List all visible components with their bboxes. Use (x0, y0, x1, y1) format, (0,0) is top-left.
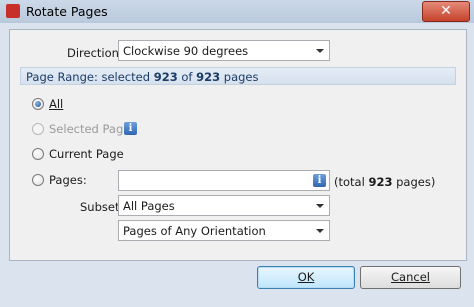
orientation-value: Pages of Any Orientation (123, 224, 266, 238)
window-title: Rotate Pages (26, 4, 108, 19)
ok-button[interactable]: OK (257, 266, 355, 289)
cancel-button[interactable]: Cancel (360, 266, 461, 289)
direction-label: Direction: (67, 46, 123, 60)
chevron-down-icon (316, 49, 324, 53)
page-range-middle: of (177, 70, 197, 84)
chevron-down-icon (316, 204, 324, 208)
pages-info-icon[interactable]: i (313, 174, 326, 187)
subset-dropdown[interactable]: All Pages (118, 195, 330, 216)
radio-all[interactable] (32, 98, 44, 110)
selected-count: 923 (153, 70, 178, 84)
radio-pages-label[interactable]: Pages: (49, 173, 87, 187)
radio-current-page[interactable] (32, 148, 44, 160)
info-icon[interactable]: i (124, 122, 137, 135)
close-button[interactable]: ✕ (422, 1, 470, 22)
page-range-prefix: Page Range: selected (26, 70, 154, 84)
radio-current-page-label[interactable]: Current Page (49, 147, 124, 161)
direction-value: Clockwise 90 degrees (123, 44, 249, 58)
app-icon (6, 4, 20, 18)
radio-all-label[interactable]: All (49, 97, 63, 111)
page-range-header: Page Range: selected 923 of 923 pages (20, 67, 456, 85)
pages-total-text: (total 923 pages) (334, 175, 436, 189)
orientation-dropdown[interactable]: Pages of Any Orientation (118, 220, 330, 241)
subset-label: Subset: (80, 200, 124, 214)
total-count: 923 (196, 70, 221, 84)
radio-pages[interactable] (32, 174, 44, 186)
chevron-down-icon (316, 229, 324, 233)
radio-selected-pages[interactable] (32, 123, 44, 135)
direction-dropdown[interactable]: Clockwise 90 degrees (118, 40, 330, 61)
page-range-suffix: pages (220, 70, 259, 84)
pages-input[interactable] (118, 170, 330, 191)
subset-value: All Pages (123, 199, 175, 213)
